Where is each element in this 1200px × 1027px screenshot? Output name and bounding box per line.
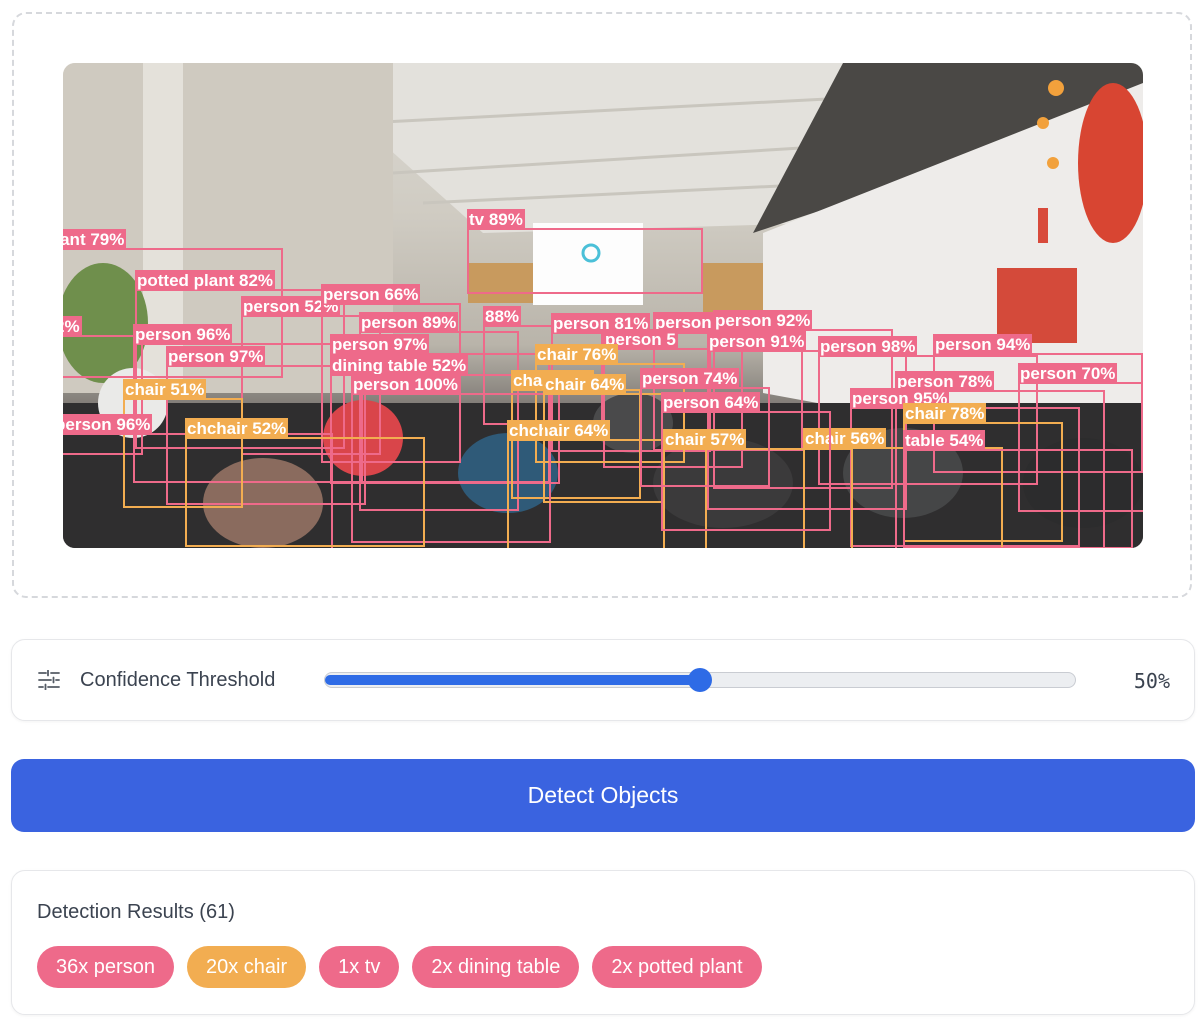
detection-label: chair 76% <box>535 344 619 365</box>
threshold-card: Confidence Threshold 50% <box>11 639 1195 721</box>
detection-label: chair 78% <box>903 403 987 424</box>
result-chip: 36x person <box>37 946 174 988</box>
detection-box-chair: chchair 52% <box>185 418 425 547</box>
results-chips: 36x person 20x chair 1x tv 2x dining table 2… <box>37 946 762 988</box>
detection-label: person 96% <box>63 414 153 435</box>
slider-fill <box>325 675 700 685</box>
threshold-value: 50% <box>1133 669 1170 693</box>
result-chip: 20x chair <box>186 946 307 988</box>
detection-label: potted plant 82% <box>135 270 276 291</box>
detection-label: person 92% <box>713 310 813 331</box>
detection-label: table 54% <box>903 430 986 451</box>
results-card: Detection Results (61) 36x person 20x cha… <box>11 870 1195 1015</box>
detection-box-table: table 54% <box>903 430 1133 548</box>
detection-label: person 100% <box>351 374 460 395</box>
detection-label: chair 51% <box>123 379 207 400</box>
detection-label: person 94% <box>933 334 1033 355</box>
result-chip: 2x dining table <box>412 946 580 988</box>
result-chip: 2x potted plant <box>592 946 762 988</box>
detection-label: chchair 52% <box>185 418 289 439</box>
detection-image: plant 79%potted plant 82%person 52%perso… <box>63 63 1143 548</box>
detection-label: person 89% <box>359 312 459 333</box>
detection-label: 2% <box>63 316 82 337</box>
detection-label: person 96% <box>133 324 233 345</box>
detection-label: person 74% <box>640 368 740 389</box>
threshold-label: Confidence Threshold <box>80 669 276 691</box>
detection-label: person 70% <box>1018 363 1118 384</box>
detection-label: chair 64% <box>543 374 627 395</box>
sliders-icon <box>38 669 60 694</box>
result-chip: 1x tv <box>319 946 400 988</box>
detection-box-person: person 64% <box>661 392 831 531</box>
detection-box-tv: tv 89% <box>467 209 703 294</box>
detect-objects-button[interactable]: Detect Objects <box>11 759 1195 832</box>
detection-label: person 64% <box>661 392 761 413</box>
detection-label: person 97% <box>330 334 430 355</box>
threshold-slider[interactable] <box>324 668 1076 692</box>
detection-label: person 98% <box>818 336 918 357</box>
results-title: Detection Results (61) <box>37 901 235 923</box>
detection-label: person 91% <box>707 331 807 352</box>
detection-label: plant 79% <box>63 229 127 250</box>
detection-label: person 66% <box>321 284 421 305</box>
detection-label: tv 89% <box>467 209 525 230</box>
slider-thumb[interactable] <box>688 668 712 692</box>
detection-label: dining table 52% <box>330 355 469 376</box>
detection-label: person 97% <box>166 346 266 367</box>
detection-label: 88% <box>483 306 522 327</box>
